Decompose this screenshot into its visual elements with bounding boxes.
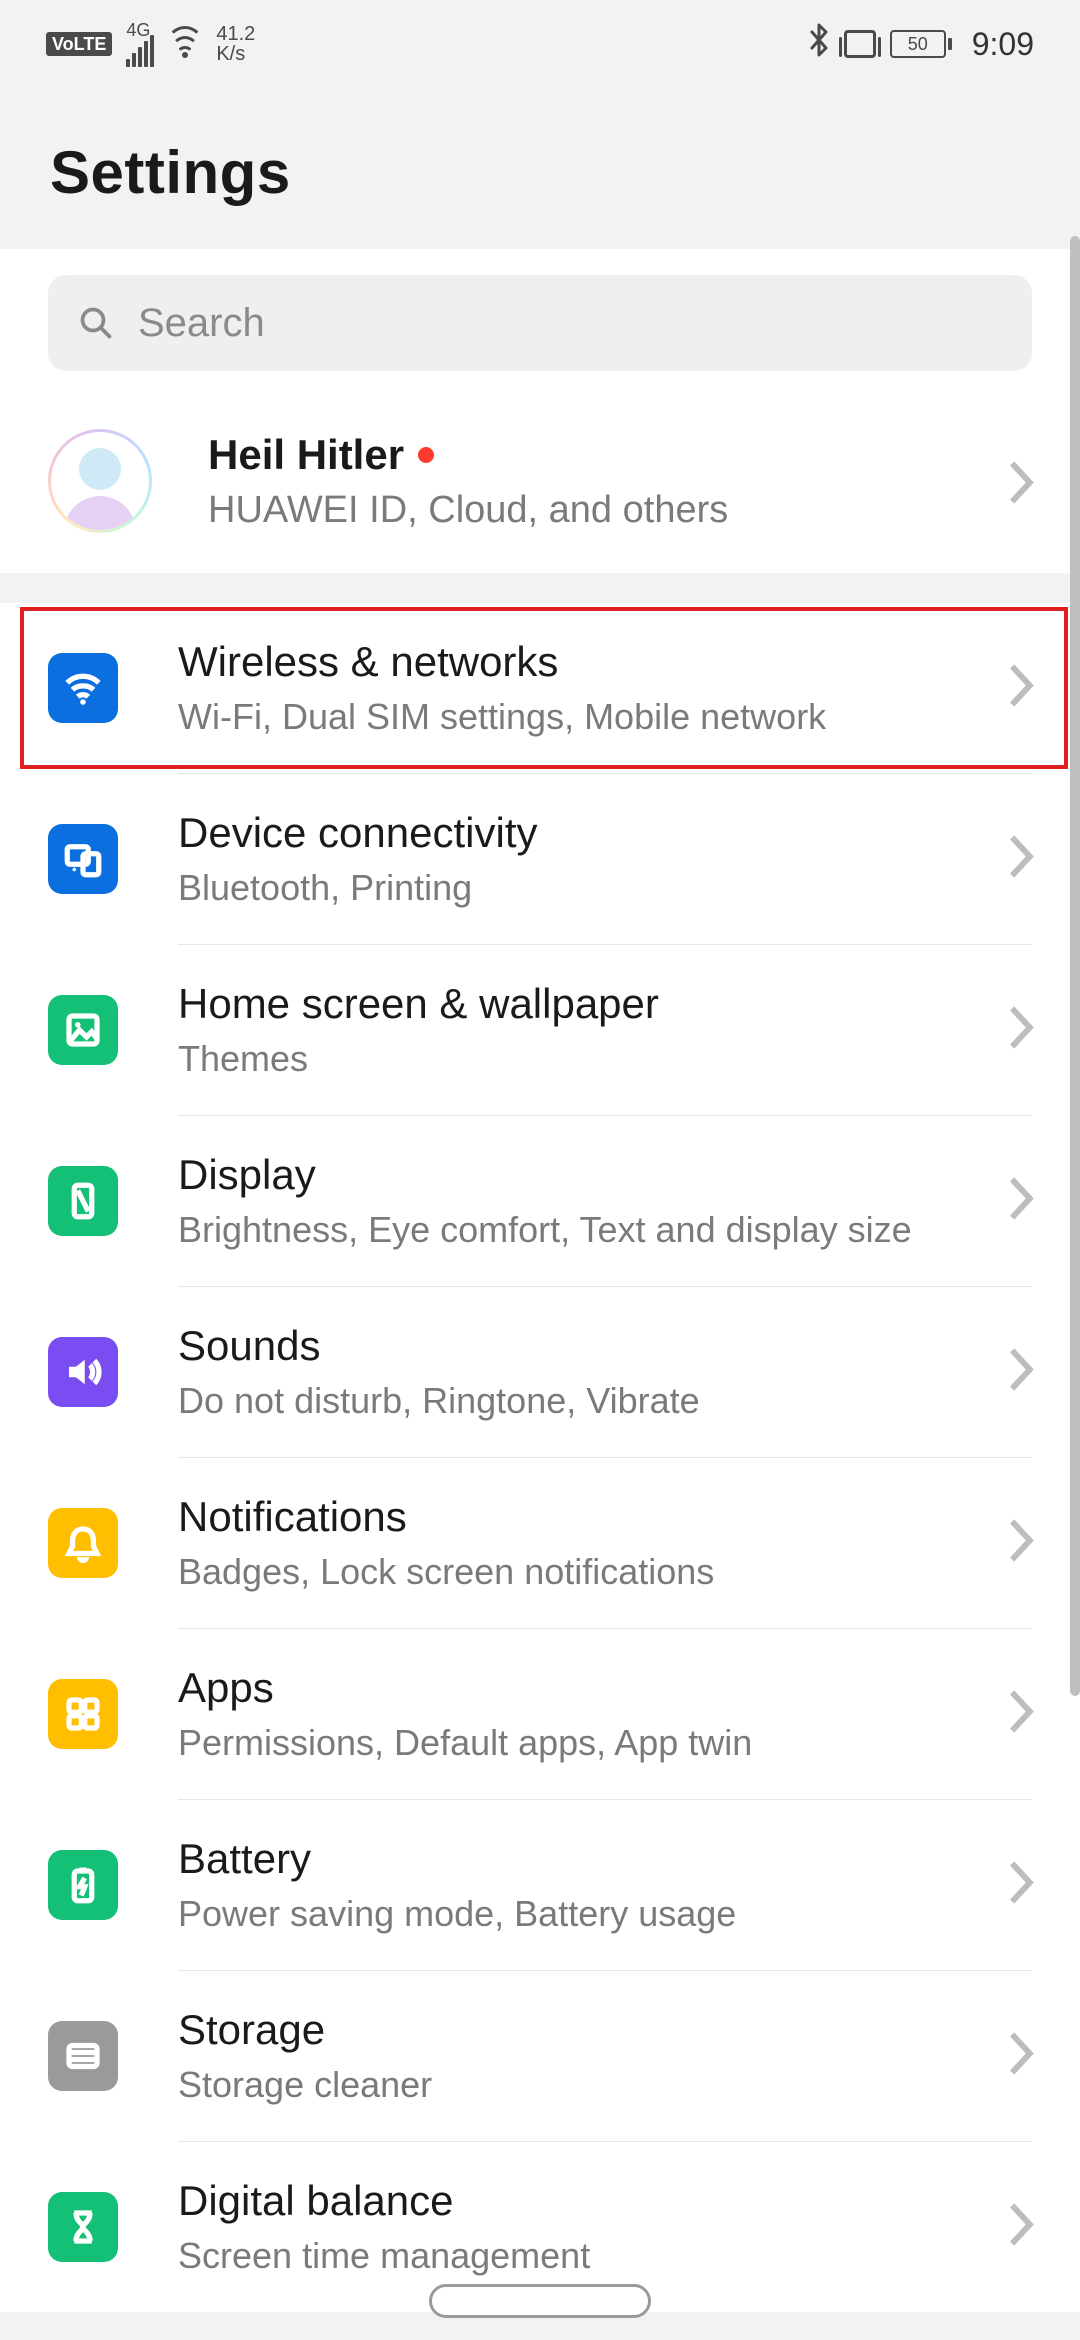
bell-icon (48, 1508, 118, 1578)
row-title: Apps (178, 1664, 752, 1712)
page-title: Settings (50, 138, 1030, 207)
storage-icon (48, 2021, 118, 2091)
avatar (48, 429, 152, 533)
scrollbar[interactable] (1070, 236, 1080, 1696)
network-speed: 41.2 K/s (216, 24, 255, 64)
phone-display-icon (48, 1166, 118, 1236)
row-home-wallpaper[interactable]: Home screen & wallpaper Themes (0, 945, 1080, 1115)
row-title: Notifications (178, 1493, 714, 1541)
chevron-right-icon (1006, 2029, 1036, 2084)
page-header: Settings (0, 88, 1080, 249)
chevron-right-icon (1006, 1858, 1036, 1913)
row-sub: Wi-Fi, Dual SIM settings, Mobile network (178, 696, 826, 738)
chevron-right-icon (1006, 832, 1036, 887)
row-sub: Bluetooth, Printing (178, 867, 537, 909)
account-sub: HUAWEI ID, Cloud, and others (208, 489, 728, 532)
chevron-right-icon (1006, 661, 1036, 716)
picture-icon (48, 995, 118, 1065)
cast-icon (48, 824, 118, 894)
chevron-right-icon (1006, 1174, 1036, 1229)
signal-icon (126, 39, 154, 67)
row-sub: Permissions, Default apps, App twin (178, 1722, 752, 1764)
row-display[interactable]: Display Brightness, Eye comfort, Text an… (0, 1116, 1080, 1286)
row-notifications[interactable]: Notifications Badges, Lock screen notifi… (0, 1458, 1080, 1628)
clock: 9:09 (972, 26, 1034, 63)
row-sub: Power saving mode, Battery usage (178, 1893, 736, 1935)
row-sub: Badges, Lock screen notifications (178, 1551, 714, 1593)
notification-dot-icon (418, 447, 434, 463)
search-placeholder: Search (138, 301, 265, 346)
status-bar: VoLTE 4G 41.2 K/s 50 9:09 (0, 0, 1080, 88)
search-icon (78, 305, 114, 341)
hourglass-icon (48, 2192, 118, 2262)
row-sub: Brightness, Eye comfort, Text and displa… (178, 1209, 912, 1251)
battery-icon: 50 (890, 30, 952, 58)
row-title: Battery (178, 1835, 736, 1883)
search-input[interactable]: Search (48, 275, 1032, 371)
account-row[interactable]: Heil Hitler HUAWEI ID, Cloud, and others (0, 397, 1080, 573)
chevron-right-icon (1006, 1345, 1036, 1400)
chevron-right-icon (1006, 1003, 1036, 1058)
row-sub: Themes (178, 1038, 659, 1080)
row-sub: Storage cleaner (178, 2064, 432, 2106)
row-sounds[interactable]: Sounds Do not disturb, Ringtone, Vibrate (0, 1287, 1080, 1457)
chevron-right-icon (1006, 2200, 1036, 2255)
row-title: Storage (178, 2006, 432, 2054)
wifi-icon (168, 30, 202, 58)
row-battery[interactable]: Battery Power saving mode, Battery usage (0, 1800, 1080, 1970)
row-title: Wireless & networks (178, 638, 826, 686)
row-title: Device connectivity (178, 809, 537, 857)
row-title: Digital balance (178, 2177, 590, 2225)
nav-pill[interactable] (429, 2284, 651, 2318)
network-type: 4G (126, 21, 154, 67)
battery-icon (48, 1850, 118, 1920)
row-wireless-networks[interactable]: Wireless & networks Wi-Fi, Dual SIM sett… (0, 603, 1080, 773)
volte-badge: VoLTE (46, 32, 112, 56)
row-apps[interactable]: Apps Permissions, Default apps, App twin (0, 1629, 1080, 1799)
chevron-right-icon (1006, 458, 1036, 513)
row-sub: Do not disturb, Ringtone, Vibrate (178, 1380, 700, 1422)
chevron-right-icon (1006, 1516, 1036, 1571)
battery-percent: 50 (908, 34, 928, 55)
settings-list: Wireless & networks Wi-Fi, Dual SIM sett… (0, 603, 1080, 2312)
bluetooth-icon (808, 23, 830, 65)
row-device-connectivity[interactable]: Device connectivity Bluetooth, Printing (0, 774, 1080, 944)
row-title: Home screen & wallpaper (178, 980, 659, 1028)
row-sub: Screen time management (178, 2235, 590, 2277)
speaker-icon (48, 1337, 118, 1407)
row-storage[interactable]: Storage Storage cleaner (0, 1971, 1080, 2141)
wifi-icon (48, 653, 118, 723)
row-title: Sounds (178, 1322, 700, 1370)
chevron-right-icon (1006, 1687, 1036, 1742)
vibrate-icon (844, 30, 876, 58)
row-title: Display (178, 1151, 912, 1199)
apps-grid-icon (48, 1679, 118, 1749)
account-name: Heil Hitler (208, 431, 404, 479)
